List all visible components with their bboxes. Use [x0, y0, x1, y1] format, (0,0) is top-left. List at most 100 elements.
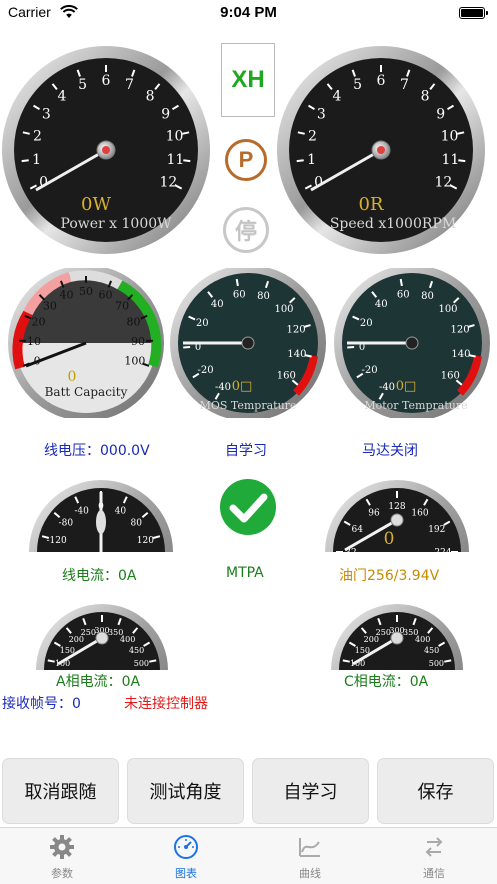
stop-icon: 停 — [235, 214, 257, 246]
gauge-icon — [173, 834, 199, 860]
motor-tick-mark — [347, 347, 354, 348]
phase-a-gauge: 050100150200250300350400450500550600 — [36, 604, 168, 670]
power-label: Power x 1000W — [60, 216, 172, 232]
throttle-tick-label: 64 — [351, 525, 363, 535]
motor-tick-mark — [469, 355, 476, 356]
frame-counter: 接收帧号：0 — [2, 693, 81, 713]
batt-tick-label: 80 — [127, 316, 141, 329]
power-tick-label: 12 — [159, 175, 177, 191]
mos-tick-label: 40 — [211, 299, 224, 310]
throttle-value: 0 — [384, 529, 395, 549]
batt-tick-label: 50 — [79, 285, 93, 298]
motor-tick-label: 100 — [438, 304, 457, 315]
motor-tick-label: 80 — [421, 291, 434, 302]
test-angle-button[interactable]: 测试角度 — [127, 758, 244, 824]
mos-tick-mark — [305, 355, 312, 356]
speed-tick-label: 11 — [441, 152, 459, 168]
park-icon: P — [239, 147, 254, 173]
self-learn-button[interactable]: 自学习 — [252, 758, 369, 824]
power-value: 0W — [81, 194, 111, 215]
tab-curves-label: 曲线 — [248, 865, 372, 881]
curve-icon — [297, 834, 323, 860]
clock: 9:04 PM — [0, 4, 497, 21]
power-tick-label: 2 — [33, 128, 42, 144]
phase-a-tick-mark — [48, 660, 55, 661]
power-tick-label: 3 — [42, 106, 51, 122]
speed-value: 0R — [358, 194, 383, 215]
line-current-gauge: -240-200-160-120-80-4004080120160200240 — [29, 480, 173, 552]
speed-tick-mark — [458, 160, 465, 161]
speed-tick-label: 3 — [317, 106, 326, 122]
current-tick-label: -120 — [46, 536, 66, 546]
small-gauges-row2: 050100150200250300350400450500550600 050… — [0, 590, 497, 670]
tab-charts[interactable]: 图表 — [124, 828, 248, 884]
motor-tick-label: 140 — [451, 349, 470, 360]
phase-a-tick-mark — [149, 660, 156, 661]
current-tick-label: 120 — [137, 536, 154, 546]
tab-params[interactable]: 参数 — [0, 828, 124, 884]
current-tick-label: -40 — [74, 507, 89, 517]
phase-c-tick-label: 500 — [429, 659, 444, 668]
line-voltage-label: 线电压：000.0V — [44, 440, 150, 460]
tab-charts-label: 图表 — [124, 865, 248, 881]
motor-value: 0□ — [396, 379, 417, 394]
connection-status: 未连接控制器 — [124, 693, 208, 713]
park-indicator[interactable]: P — [225, 139, 267, 181]
mtpa-check-icon — [215, 478, 281, 536]
stop-indicator[interactable]: 停 — [223, 207, 269, 253]
mos-tick-label: 80 — [257, 291, 270, 302]
tab-curves[interactable]: 曲线 — [248, 828, 372, 884]
cancel-follow-button[interactable]: 取消跟随 — [2, 758, 119, 824]
mos-tick-label: 120 — [287, 325, 306, 336]
speed-tick-label: 8 — [421, 89, 430, 105]
tab-bar: 参数 图表 曲线 通信 — [0, 827, 497, 884]
motor-tick-label: 120 — [451, 325, 470, 336]
save-button[interactable]: 保存 — [377, 758, 494, 824]
status-bar: Carrier 9:04 PM — [0, 0, 497, 28]
phase-a-tick-label: 450 — [129, 646, 144, 655]
batt-gauge: 0102030405060708090100 0 Batt Capacity — [8, 268, 164, 418]
throttle-tick-label: 192 — [428, 525, 445, 535]
throttle-label: 油门256/3.94V — [339, 565, 439, 585]
current-tick-label: 80 — [130, 519, 142, 529]
phase-a-tick-label: 150 — [60, 646, 75, 655]
speed-tick-label: 1 — [307, 152, 316, 168]
line-current-label: 线电流：0A — [62, 565, 136, 585]
power-tick-label: 1 — [32, 152, 41, 168]
power-tick-label: 7 — [125, 77, 134, 93]
phase-c-tick-label: 450 — [424, 646, 439, 655]
batt-tick-label: 100 — [124, 355, 145, 368]
motor-tick-label: 60 — [397, 289, 410, 300]
power-gauge: 0123456789101112 0W Power x 1000W — [2, 46, 210, 254]
mos-tick-mark — [183, 347, 190, 348]
batt-tick-label: 20 — [32, 316, 46, 329]
throttle-gauge: 0326496128160192224256 0 — [325, 480, 469, 552]
power-tick-label: 9 — [161, 106, 170, 122]
phase-c-tick-mark — [343, 660, 350, 661]
motor-tick-label: -40 — [379, 382, 395, 393]
mos-tick-label: 20 — [196, 318, 209, 329]
motor-label: Motor Temprature — [364, 399, 467, 412]
power-tick-label: 5 — [78, 77, 87, 93]
speed-label: Speed x1000RPM — [330, 216, 456, 232]
phase-a-tick-label: 500 — [134, 659, 149, 668]
phase-a-tick-label: 400 — [120, 635, 135, 644]
power-tick-mark — [22, 160, 29, 161]
power-tick-label: 4 — [57, 89, 66, 105]
throttle-tick-label: 224 — [434, 548, 451, 552]
mos-tick-label: -40 — [215, 382, 231, 393]
speed-tick-label: 9 — [436, 106, 445, 122]
tab-params-label: 参数 — [0, 865, 124, 881]
mos-tick-mark — [237, 279, 238, 286]
speed-tick-label: 7 — [400, 77, 409, 93]
mos-label: MOS Temprature — [200, 399, 297, 412]
xh-indicator[interactable]: XH — [221, 43, 275, 117]
power-tick-mark — [183, 160, 190, 161]
batt-tick-label: 70 — [115, 299, 129, 312]
mos-tick-label: 60 — [233, 289, 246, 300]
tab-comm[interactable]: 通信 — [372, 828, 496, 884]
batt-tick-label: 10 — [27, 335, 41, 348]
power-tick-label: 8 — [146, 89, 155, 105]
mos-temp-gauge: -40-20020406080100120140160 0□ MOS Tempr… — [170, 268, 326, 418]
power-tick-label: 10 — [166, 128, 184, 144]
